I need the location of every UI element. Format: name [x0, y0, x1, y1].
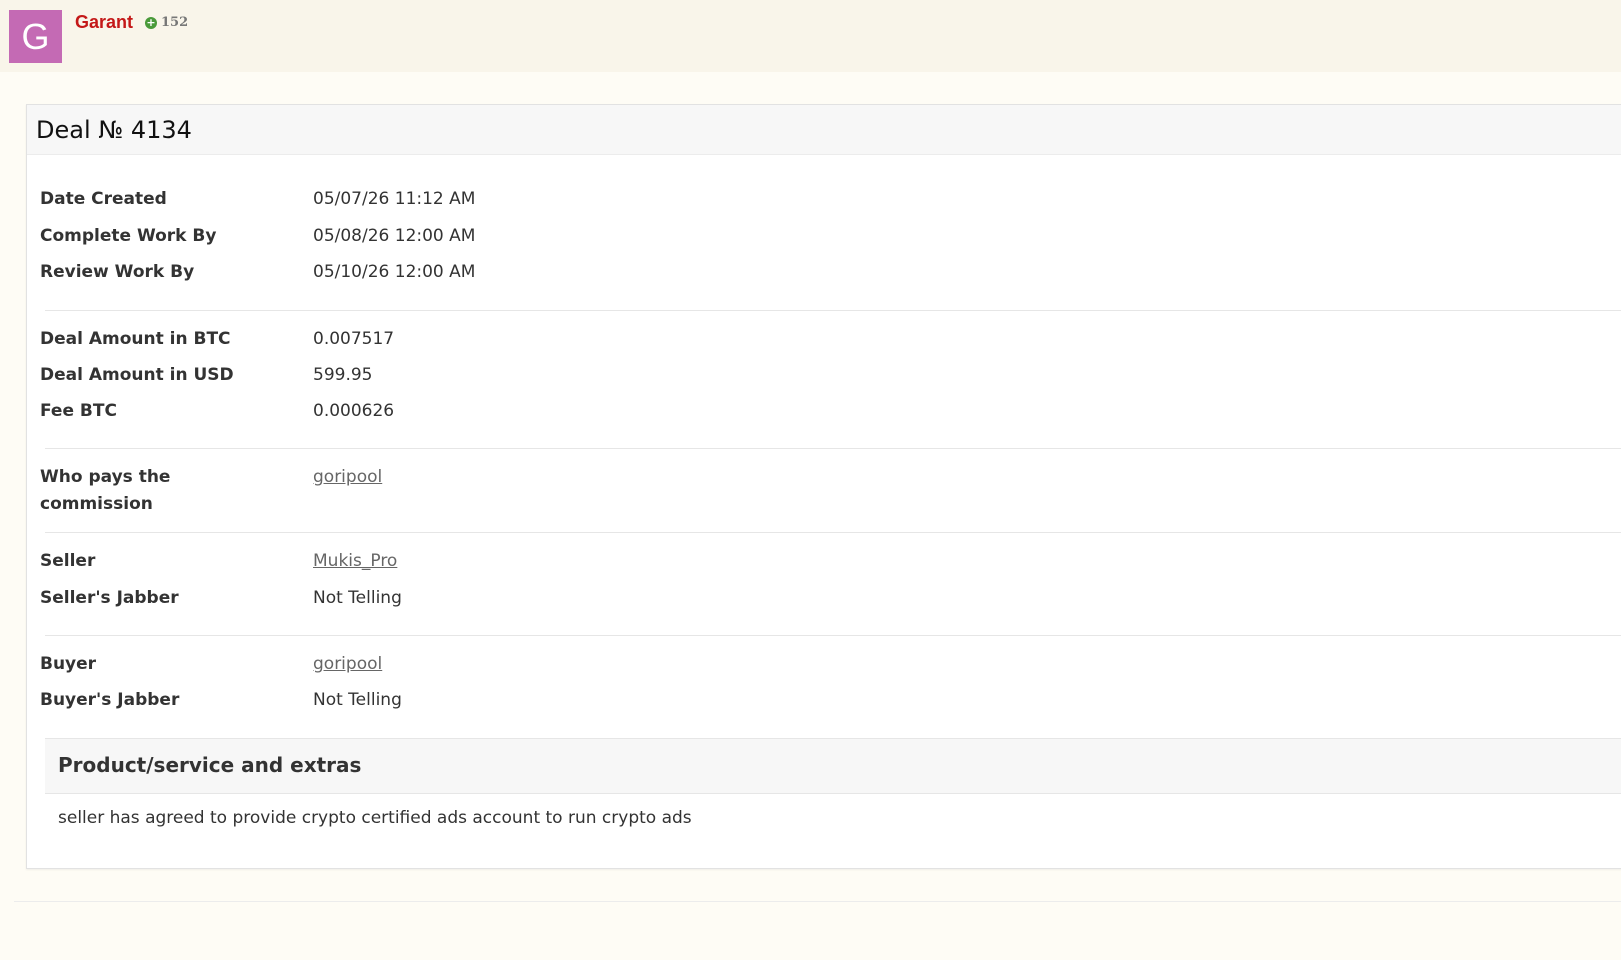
commission-label: Who pays the commission: [40, 467, 171, 514]
amount-usd-value: 599.95: [313, 365, 373, 385]
reputation-badge: + 152: [145, 15, 188, 30]
amount-btc-value: 0.007517: [313, 329, 395, 349]
divider: [45, 310, 1621, 311]
buyer-label: Buyer: [40, 654, 97, 674]
amount-btc-label: Deal Amount in BTC: [40, 329, 231, 349]
buyer-jabber-label: Buyer's Jabber: [40, 690, 180, 710]
reputation-value: 152: [161, 15, 189, 30]
user-header: G Garant + 152: [0, 0, 1621, 72]
complete-work-value: 05/08/26 12:00 AM: [313, 226, 476, 246]
extras-description: seller has agreed to provide crypto cert…: [58, 808, 692, 828]
fee-btc-label: Fee BTC: [40, 401, 117, 421]
review-work-value: 05/10/26 12:00 AM: [313, 262, 476, 282]
commission-user-link[interactable]: goripool: [313, 467, 382, 487]
buyer-value: goripool: [313, 651, 382, 678]
date-created-value: 05/07/26 11:12 AM: [313, 189, 476, 209]
divider: [45, 532, 1621, 533]
page-title: Deal № 4134: [36, 116, 192, 144]
seller-value: Mukis_Pro: [313, 548, 397, 575]
commission-value: goripool: [313, 464, 382, 491]
seller-user-link[interactable]: Mukis_Pro: [313, 551, 397, 571]
avatar[interactable]: G: [9, 10, 62, 63]
amount-usd-label: Deal Amount in USD: [40, 365, 234, 385]
username-link[interactable]: Garant: [75, 12, 133, 33]
deal-header: Deal № 4134: [27, 105, 1621, 155]
plus-circle-icon: +: [145, 15, 157, 29]
divider: [14, 901, 1621, 902]
review-work-label: Review Work By: [40, 262, 195, 282]
buyer-user-link[interactable]: goripool: [313, 654, 382, 674]
fee-btc-value: 0.000626: [313, 401, 395, 421]
buyer-jabber-value: Not Telling: [313, 690, 402, 710]
deal-card: Deal № 4134 Date Created 05/07/26 11:12 …: [26, 104, 1621, 869]
seller-jabber-value: Not Telling: [313, 588, 402, 608]
extras-header: Product/service and extras: [45, 738, 1621, 794]
divider: [45, 635, 1621, 636]
extras-title: Product/service and extras: [58, 753, 362, 777]
complete-work-label: Complete Work By: [40, 226, 217, 246]
divider: [45, 448, 1621, 449]
seller-jabber-label: Seller's Jabber: [40, 588, 179, 608]
seller-label: Seller: [40, 551, 96, 571]
date-created-label: Date Created: [40, 189, 167, 209]
